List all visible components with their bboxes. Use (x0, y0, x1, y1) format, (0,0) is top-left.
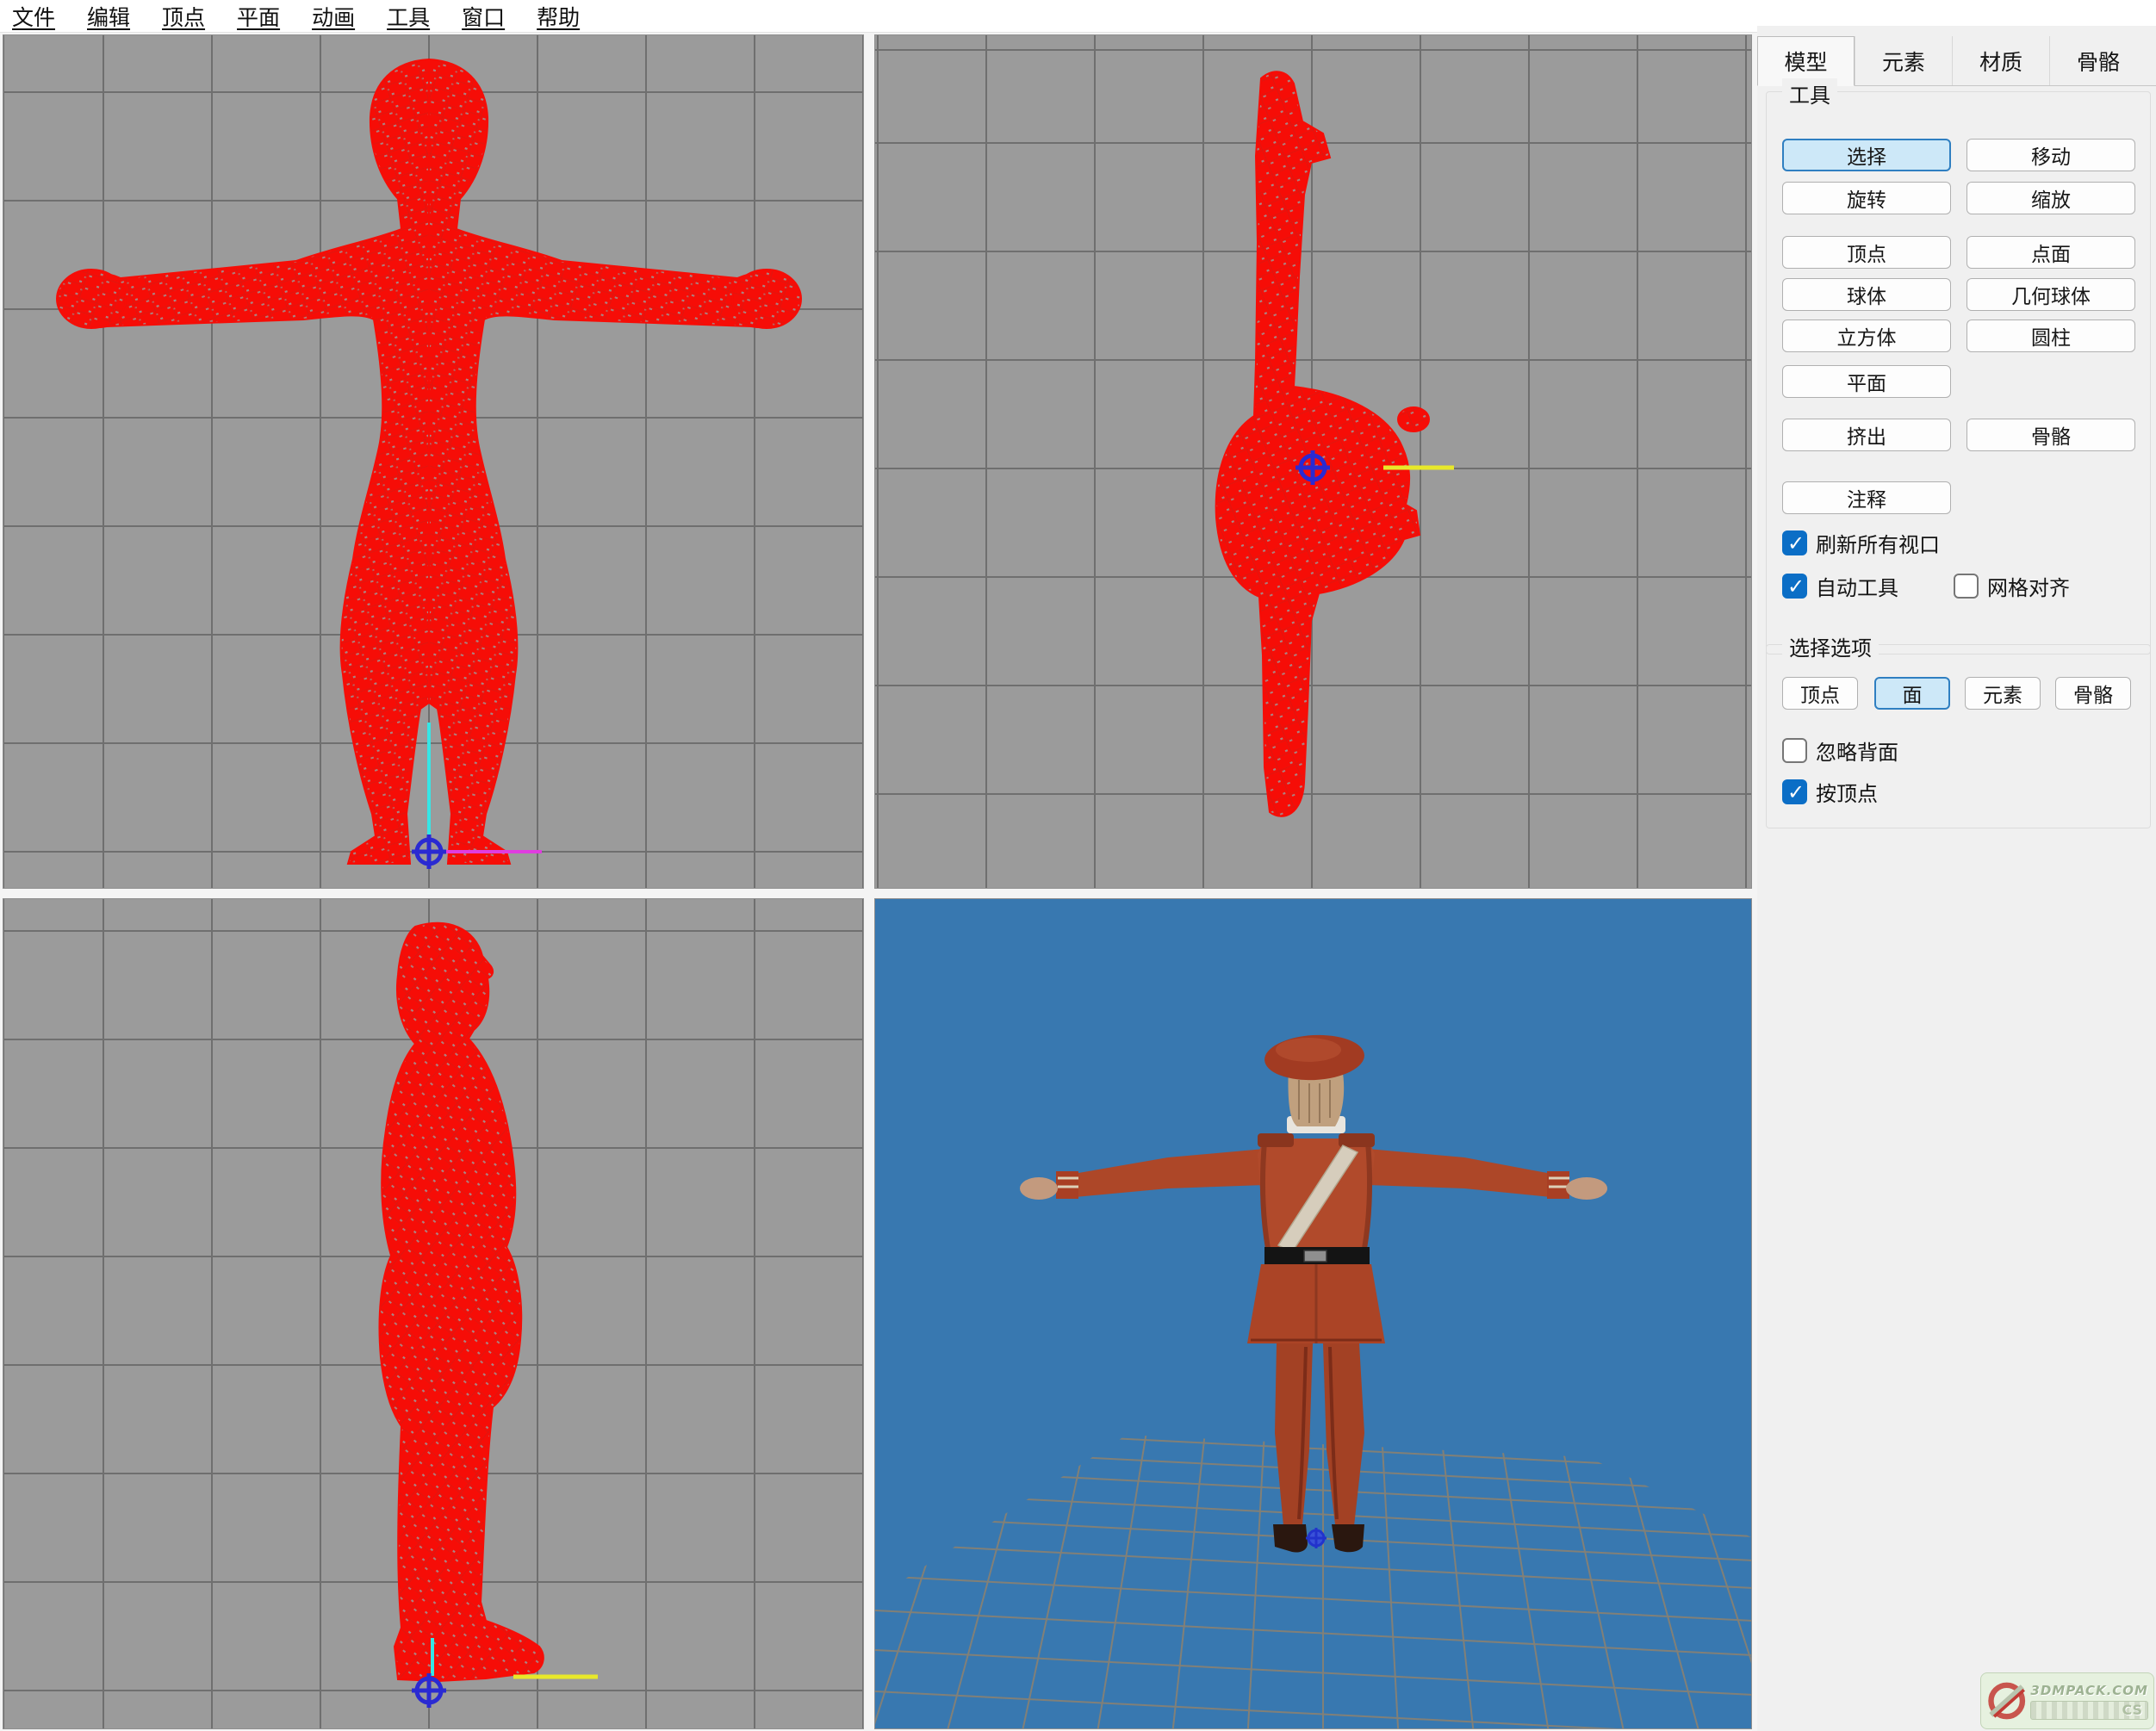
checkbox-label: 自动工具 (1816, 571, 1898, 601)
menu-face[interactable]: 平面 (237, 1, 280, 32)
select-mode-vertex-button[interactable]: 顶点 (1782, 677, 1858, 710)
tool-comment-button[interactable]: 注释 (1782, 481, 1951, 514)
top-wireframe-model (875, 35, 1752, 889)
origin-marker (412, 834, 446, 869)
tool-sphere-button[interactable]: 球体 (1782, 278, 1951, 311)
tool-face-button[interactable]: 点面 (1966, 236, 2135, 269)
viewport-front[interactable] (3, 34, 864, 889)
tool-box-button[interactable]: 立方体 (1782, 320, 1951, 352)
tab-joints[interactable]: 骨骼 (2049, 36, 2147, 85)
ignore-backfaces-checkbox[interactable]: 忽略背面 (1782, 735, 1898, 765)
select-mode-face-button[interactable]: 面 (1874, 677, 1950, 710)
tool-select-button[interactable]: 选择 (1782, 139, 1951, 171)
floor-grid (875, 1416, 1752, 1729)
character-model (1020, 1033, 1607, 1553)
watermark-site-text: 3DMPACK.COM (2030, 1683, 2148, 1698)
tool-scale-button[interactable]: 缩放 (1966, 182, 2135, 214)
tool-plane-button[interactable]: 平面 (1782, 365, 1951, 398)
menu-vertex[interactable]: 顶点 (162, 1, 205, 32)
checkbox-icon[interactable] (1782, 738, 1807, 763)
checkbox-label: 刷新所有视口 (1816, 528, 1940, 558)
side-wireframe-model (3, 899, 864, 1729)
tab-materials[interactable]: 材质 (1952, 36, 2049, 85)
tools-group-title: 工具 (1782, 78, 1837, 109)
checkbox-icon[interactable] (1782, 530, 1807, 555)
viewport-top[interactable] (874, 34, 1752, 889)
menu-edit[interactable]: 编辑 (87, 1, 130, 32)
viewport-side[interactable] (3, 898, 864, 1729)
select-mode-joint-button[interactable]: 骨骼 (2055, 677, 2131, 710)
checkbox-icon[interactable] (1782, 574, 1807, 599)
shaded-3d-model (875, 899, 1752, 1729)
tool-rotate-button[interactable]: 旋转 (1782, 182, 1951, 214)
selection-options-title: 选择选项 (1782, 631, 1879, 661)
checkbox-label: 按顶点 (1816, 777, 1878, 807)
tab-groups[interactable]: 元素 (1855, 36, 1952, 85)
select-mode-group-button[interactable]: 元素 (1965, 677, 2041, 710)
side-panel: 模型 元素 材质 骨骼 工具 选择 移动 旋转 缩放 顶点 点面 球体 几何球体… (1757, 26, 2156, 1731)
tools-group: 工具 选择 移动 旋转 缩放 顶点 点面 球体 几何球体 立方体 圆柱 平面 挤… (1766, 91, 2151, 655)
menu-help[interactable]: 帮助 (537, 1, 580, 32)
tool-extrude-button[interactable]: 挤出 (1782, 419, 1951, 451)
watermark-badge: CS (2030, 1701, 2148, 1720)
watermark-logo-icon (1986, 1678, 2027, 1723)
auto-tool-checkbox[interactable]: 自动工具 (1782, 571, 1898, 600)
tool-move-button[interactable]: 移动 (1966, 139, 2135, 171)
watermark: 3DMPACK.COM CS (1980, 1672, 2154, 1729)
tool-cylinder-button[interactable]: 圆柱 (1966, 320, 2135, 352)
tool-joint-button[interactable]: 骨骼 (1966, 419, 2135, 451)
selection-options-group: 选择选项 顶点 面 元素 骨骼 忽略背面 按顶点 (1766, 644, 2151, 828)
tool-vertex-button[interactable]: 顶点 (1782, 236, 1951, 269)
menu-file[interactable]: 文件 (12, 1, 55, 32)
checkbox-icon[interactable] (1954, 574, 1979, 599)
redraw-all-viewports-checkbox[interactable]: 刷新所有视口 (1782, 528, 1940, 557)
menu-tools[interactable]: 工具 (387, 1, 430, 32)
menu-animate[interactable]: 动画 (312, 1, 355, 32)
application-window: 文件 编辑 顶点 平面 动画 工具 窗口 帮助 (0, 0, 2156, 1731)
viewport-3d[interactable] (874, 898, 1752, 1729)
menu-window[interactable]: 窗口 (462, 1, 505, 32)
checkbox-icon[interactable] (1782, 779, 1807, 804)
checkbox-label: 网格对齐 (1987, 571, 2070, 601)
checkbox-label: 忽略背面 (1816, 735, 1898, 766)
by-vertex-checkbox[interactable]: 按顶点 (1782, 777, 1878, 806)
tool-geosphere-button[interactable]: 几何球体 (1966, 278, 2135, 311)
grid-snap-checkbox[interactable]: 网格对齐 (1954, 571, 2070, 600)
front-wireframe-model (3, 35, 864, 889)
